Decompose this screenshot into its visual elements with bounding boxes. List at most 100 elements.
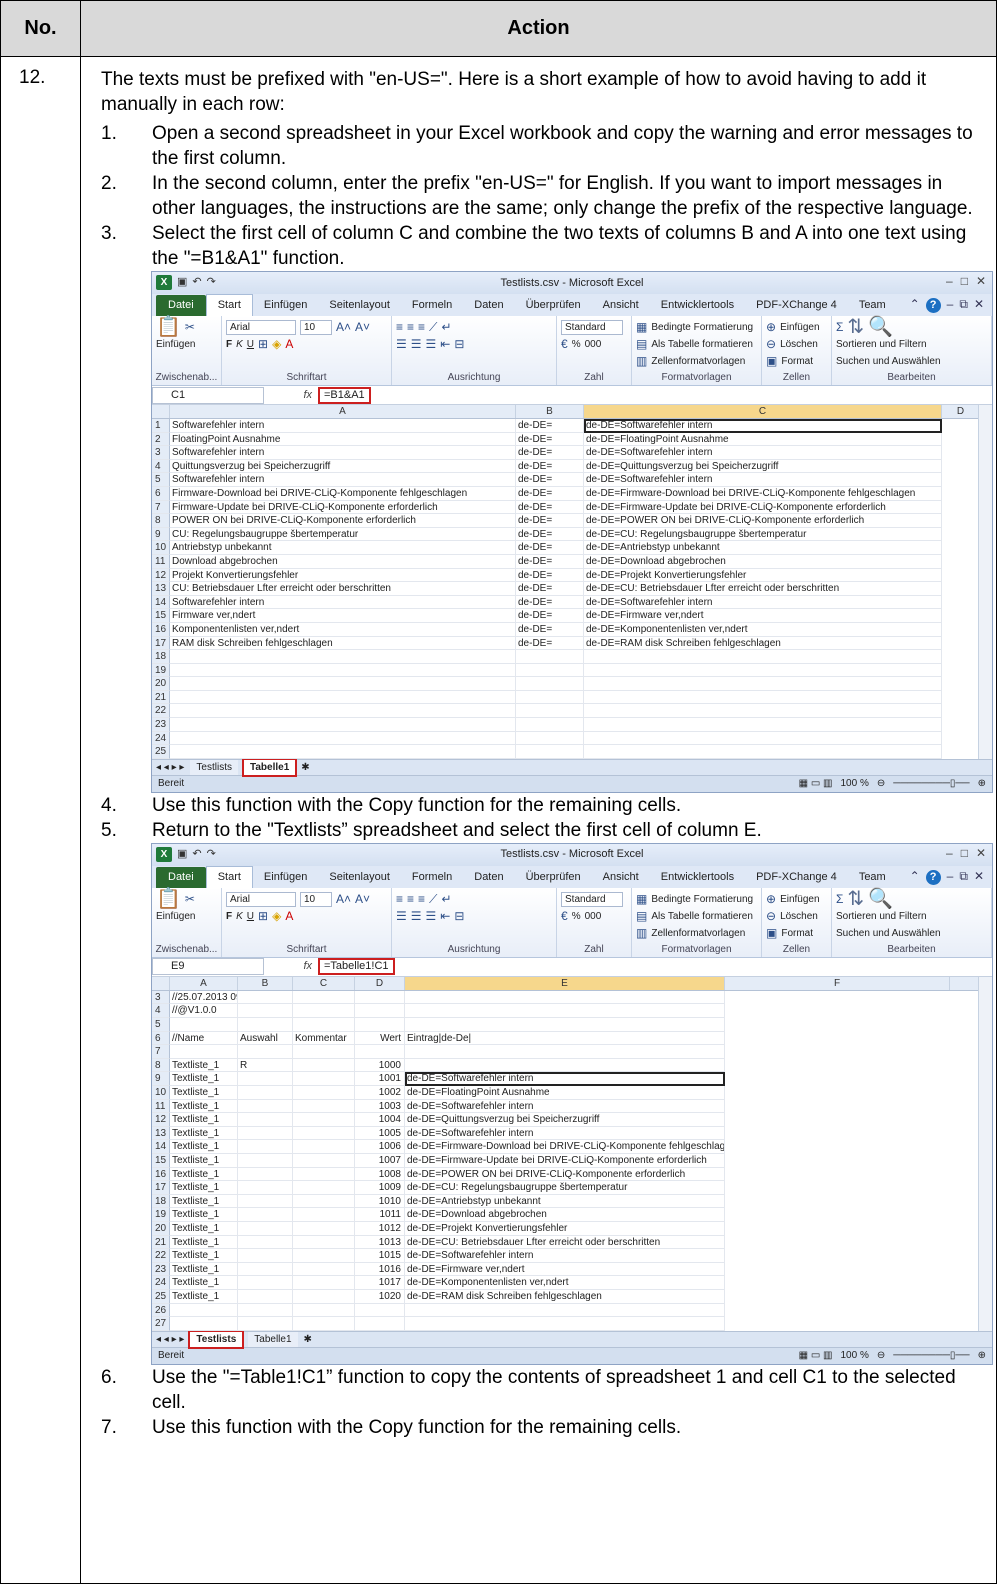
- grid-cell[interactable]: de-DE=Firmware ver,ndert: [405, 1262, 725, 1277]
- grid-cell[interactable]: de-DE=: [516, 622, 584, 637]
- row-header[interactable]: 5: [152, 473, 170, 487]
- grid-cell[interactable]: Download abgebrochen: [170, 554, 516, 569]
- grid-cell[interactable]: de-DE=Softwarefehler intern: [405, 1099, 725, 1114]
- grid-cell[interactable]: 1011: [355, 1208, 405, 1222]
- new-sheet-icon[interactable]: ✱: [301, 761, 309, 774]
- find-select-button[interactable]: Suchen und Auswählen: [836, 927, 941, 940]
- grid-cell[interactable]: [293, 1086, 355, 1100]
- grid-cell[interactable]: [405, 990, 725, 1005]
- bold-icon[interactable]: F: [226, 338, 232, 351]
- format-cells-button[interactable]: Format: [781, 355, 813, 368]
- cut-icon[interactable]: ✂: [185, 892, 195, 906]
- grid-cell[interactable]: [293, 990, 355, 1005]
- grid-cell[interactable]: [293, 1235, 355, 1250]
- grid-cell[interactable]: de-DE=Softwarefehler intern: [405, 1249, 725, 1263]
- grid-cell[interactable]: 1006: [355, 1140, 405, 1154]
- cond-format-button[interactable]: Bedingte Formatierung: [651, 893, 753, 906]
- grid-cell[interactable]: [405, 1018, 725, 1032]
- row-header[interactable]: 20: [152, 677, 170, 691]
- grid-cell[interactable]: de-DE=: [516, 527, 584, 542]
- grid-cell[interactable]: Textliste_1: [170, 1126, 238, 1141]
- underline-icon[interactable]: U: [247, 910, 254, 923]
- column-header[interactable]: A: [170, 405, 516, 418]
- cell-styles-button[interactable]: Zellenformatvorlagen: [651, 355, 745, 368]
- tab-formeln[interactable]: Formeln: [401, 295, 463, 316]
- row-header[interactable]: 10: [152, 541, 170, 555]
- grid-cell[interactable]: [355, 1303, 405, 1318]
- grid-cell[interactable]: Textliste_1: [170, 1086, 238, 1100]
- row-header[interactable]: 12: [152, 568, 170, 583]
- row-header[interactable]: 15: [152, 609, 170, 623]
- tab-team[interactable]: Team: [848, 295, 897, 316]
- grid-cell[interactable]: Softwarefehler intern: [170, 419, 516, 433]
- row-header[interactable]: 18: [152, 650, 170, 664]
- fx-icon[interactable]: fx: [264, 389, 318, 402]
- save-icon[interactable]: ▣: [177, 276, 187, 289]
- number-format-select[interactable]: Standard: [561, 891, 623, 907]
- grid-cell[interactable]: de-DE=: [516, 500, 584, 515]
- align-middle-icon[interactable]: ≡: [407, 892, 414, 906]
- align-middle-icon[interactable]: ≡: [407, 321, 414, 334]
- sort-filter-button[interactable]: Sortieren und Filtern: [836, 910, 927, 923]
- row-header[interactable]: 14: [152, 1140, 170, 1154]
- currency-icon[interactable]: €: [561, 909, 568, 923]
- zoom-level[interactable]: 100 %: [841, 777, 869, 790]
- grid-cell[interactable]: 1002: [355, 1086, 405, 1100]
- grid-cell[interactable]: [293, 1113, 355, 1127]
- grid-cell[interactable]: 1001: [355, 1072, 405, 1086]
- close-icon[interactable]: ✕: [974, 298, 984, 313]
- grid-cell[interactable]: POWER ON bei DRIVE-CLiQ-Komponente erfor…: [170, 514, 516, 528]
- save-icon[interactable]: ▣: [177, 848, 187, 861]
- grow-font-icon[interactable]: A˄: [336, 321, 351, 334]
- grid-cell[interactable]: [238, 1099, 293, 1114]
- row-header[interactable]: 7: [152, 500, 170, 515]
- merge-icon[interactable]: ⊟: [454, 909, 464, 923]
- align-right-icon[interactable]: ☰: [426, 338, 437, 351]
- fill-color-icon[interactable]: ◈: [272, 909, 281, 923]
- row-header[interactable]: 4: [152, 1004, 170, 1019]
- font-size-select[interactable]: 10: [300, 891, 332, 907]
- grid-cell[interactable]: de-DE=: [516, 554, 584, 569]
- grid-cell[interactable]: de-DE=: [516, 541, 584, 555]
- fx-icon[interactable]: fx: [264, 960, 318, 973]
- grid-cell[interactable]: [293, 1140, 355, 1154]
- grid-cell[interactable]: 1008: [355, 1167, 405, 1182]
- number-format-select[interactable]: Standard: [561, 320, 623, 335]
- tab-datei[interactable]: Datei: [156, 866, 206, 888]
- grid-cell[interactable]: R: [238, 1058, 293, 1073]
- grid-cell[interactable]: de-DE=: [516, 419, 584, 433]
- new-sheet-icon[interactable]: ✱: [304, 1333, 312, 1346]
- zoom-out-icon[interactable]: ⊖: [877, 777, 885, 790]
- row-header[interactable]: 9: [152, 1072, 170, 1086]
- grid-cell[interactable]: Textliste_1: [170, 1153, 238, 1168]
- row-header[interactable]: 17: [152, 636, 170, 651]
- grid-cell[interactable]: [238, 1303, 293, 1318]
- column-header[interactable]: A: [170, 976, 238, 990]
- merge-icon[interactable]: ⊟: [454, 338, 464, 351]
- grid-cell[interactable]: [293, 1058, 355, 1073]
- grid-cell[interactable]: [293, 1249, 355, 1263]
- grid-cell[interactable]: [355, 990, 405, 1005]
- name-box[interactable]: C1: [152, 386, 264, 404]
- grid-cell[interactable]: [293, 1262, 355, 1277]
- grid-cell[interactable]: Firmware ver,ndert: [170, 609, 516, 623]
- align-left-icon[interactable]: ☰: [396, 338, 407, 351]
- ribbon-minimize-icon[interactable]: ⌃: [910, 869, 920, 885]
- grid-cell[interactable]: Textliste_1: [170, 1113, 238, 1127]
- grid-cell[interactable]: 1012: [355, 1221, 405, 1236]
- row-header[interactable]: 24: [152, 1276, 170, 1290]
- close-icon[interactable]: ✕: [976, 275, 986, 288]
- grid-cell[interactable]: [238, 1235, 293, 1250]
- column-header[interactable]: C: [584, 405, 942, 418]
- grid-cell[interactable]: de-DE=: [516, 446, 584, 460]
- grid-cell[interactable]: de-DE=POWER ON bei DRIVE-CLiQ-Komponente…: [584, 514, 942, 528]
- vertical-scrollbar[interactable]: [978, 976, 992, 1331]
- grid-cell[interactable]: [170, 677, 516, 691]
- grid-cell[interactable]: [293, 1181, 355, 1195]
- formula-input[interactable]: =B1&A1: [318, 386, 371, 404]
- grid-cell[interactable]: Wert: [355, 1031, 405, 1046]
- row-header[interactable]: 14: [152, 595, 170, 610]
- grid-cell[interactable]: de-DE=Quittungsverzug bei Speicherzugrif…: [584, 459, 942, 474]
- grid-cell[interactable]: de-DE=FloatingPoint Ausnahme: [584, 432, 942, 447]
- grid-cell[interactable]: [516, 704, 584, 719]
